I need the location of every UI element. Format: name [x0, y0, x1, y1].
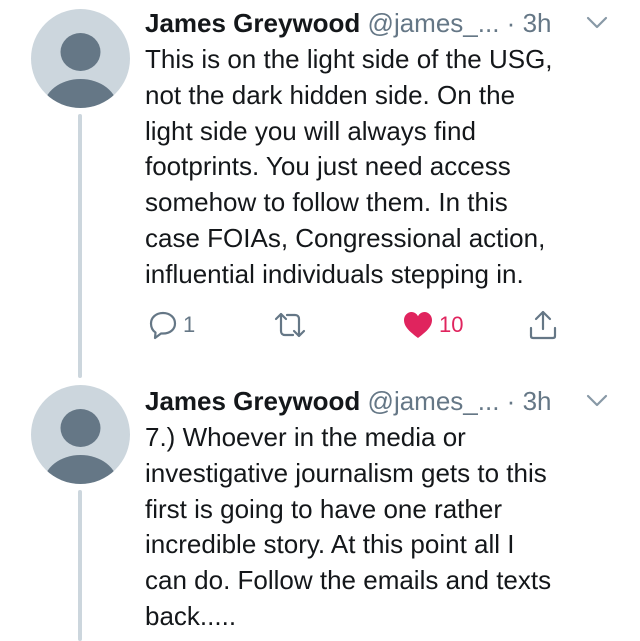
display-name[interactable]: James Greywood [145, 386, 360, 416]
reply-button[interactable]: 1 [147, 305, 195, 345]
tweet-text-line: case FOIAs, Congressional action, [145, 222, 546, 253]
tweet-text: This is on the light side of the USG, no… [145, 42, 620, 293]
thread-line [78, 490, 82, 641]
retweet-icon [274, 312, 306, 338]
share-button[interactable] [526, 305, 560, 345]
tweet-header: James Greywood @james_... · 3h [145, 6, 552, 40]
default-avatar-icon [43, 33, 118, 108]
tweet-text-line: influential individuals stepping in. [145, 258, 524, 289]
tweet-text-line: This is on the light side of the USG, [145, 44, 553, 74]
avatar[interactable] [31, 385, 130, 484]
timestamp[interactable]: 3h [523, 8, 552, 38]
share-icon [529, 310, 557, 340]
tweet-text-line: not the dark hidden side. On the [145, 79, 516, 110]
tweet-text-line: 7.) Whoever in the media or [145, 422, 466, 452]
tweet-text-line: can do. Follow the emails and texts [145, 565, 552, 596]
tweet-text-line: first is going to have one rather [145, 493, 502, 524]
retweet-button[interactable] [270, 305, 314, 345]
tweet-text: 7.) Whoever in the media or investigativ… [145, 420, 620, 635]
tweet-header: James Greywood @james_... · 3h [145, 384, 552, 418]
like-count: 10 [439, 312, 464, 337]
timestamp[interactable]: 3h [523, 386, 552, 416]
tweet-text-line: back..... [145, 600, 237, 631]
tweet[interactable]: James Greywood @james_... · 3h 7.) Whoev… [0, 378, 640, 641]
user-handle[interactable]: @james_... [368, 8, 500, 38]
reply-icon [149, 311, 177, 340]
tweet-text-line: light side you will always find [145, 115, 476, 146]
chevron-down-icon[interactable] [585, 393, 609, 409]
tweet-text-line: investigative journalism gets to this [145, 457, 547, 488]
like-button[interactable]: 10 [401, 305, 463, 345]
tweet[interactable]: James Greywood @james_... · 3h This is o… [0, 0, 640, 378]
tweet-text-line: incredible story. At this point all I [145, 529, 515, 560]
tweet-actions: 1 10 [0, 305, 640, 345]
chevron-down-icon[interactable] [585, 15, 609, 31]
tweet-text-line: somehow to follow them. In this [145, 187, 508, 218]
reply-count: 1 [183, 312, 196, 337]
tweet-text-line: footprints. You just need access [145, 151, 511, 182]
display-name[interactable]: James Greywood [145, 8, 360, 38]
heart-icon [404, 312, 432, 338]
default-avatar-icon [43, 409, 118, 484]
separator-dot: · [506, 8, 516, 38]
user-handle[interactable]: @james_... [368, 386, 500, 416]
avatar[interactable] [31, 9, 130, 108]
separator-dot: · [506, 386, 516, 416]
